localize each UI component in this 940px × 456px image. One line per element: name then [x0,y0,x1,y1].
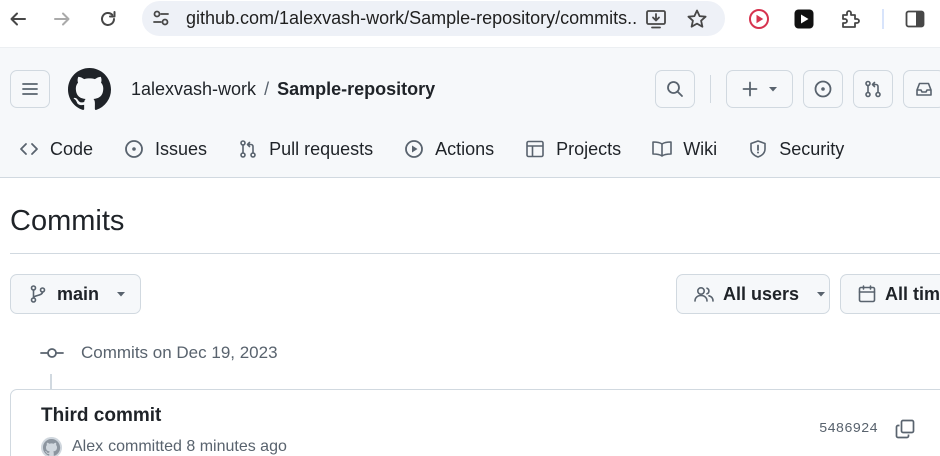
commit-time: committed 8 minutes ago [108,438,287,455]
pull-requests-button[interactable] [853,70,893,108]
commit-row: Third commit Alex committed 8 minutes ag… [10,389,940,456]
github-logo-icon[interactable] [68,68,111,111]
commit-title-link[interactable]: Third commit [41,405,161,427]
repo-header: 1alexvash-work / Sample-repository Code … [0,47,940,178]
time-filter[interactable]: All time [840,274,940,314]
tab-projects[interactable]: Projects [524,138,621,160]
install-app-icon[interactable] [644,7,668,31]
play-icon [403,138,425,160]
commit-author-link[interactable]: Alex [72,438,103,456]
git-pull-request-icon [237,138,259,160]
people-icon [693,283,715,305]
menu-button[interactable] [10,70,50,108]
inbox-button[interactable] [903,70,940,108]
chevron-down-icon [767,83,779,95]
issues-button[interactable] [803,70,843,108]
tab-label: Wiki [683,138,718,159]
chevron-down-icon [815,288,827,300]
users-filter-label: All users [723,283,800,304]
hamburger-icon [20,79,40,99]
avatar[interactable] [41,436,62,456]
toolbar-divider [882,9,884,29]
url-text[interactable]: github.com/1alexvash-work/Sample-reposit… [186,1,638,36]
git-pull-request-icon [863,79,883,99]
site-settings-icon[interactable] [150,7,172,29]
tab-security[interactable]: Security [747,138,844,160]
record-extension-icon[interactable] [747,7,771,31]
address-bar[interactable]: github.com/1alexvash-work/Sample-reposit… [142,1,725,36]
copy-icon [894,418,916,440]
git-commit-icon [40,342,64,364]
tab-wiki[interactable]: Wiki [651,138,717,160]
search-icon [665,79,685,99]
table-icon [524,138,546,160]
browser-toolbar: github.com/1alexvash-work/Sample-reposit… [0,0,940,40]
search-button[interactable] [655,70,695,108]
commit-meta: Alex committed 8 minutes ago [41,436,287,456]
page-title: Commits [10,205,125,237]
create-new-button[interactable] [726,70,793,108]
git-branch-icon [27,283,49,305]
extensions-puzzle-icon[interactable] [838,7,862,31]
tab-label: Actions [435,138,495,159]
tab-pull-requests[interactable]: Pull requests [237,138,373,160]
copy-sha-button[interactable] [893,417,917,441]
code-icon [18,138,40,160]
users-filter[interactable]: All users [676,274,830,314]
tab-label: Projects [556,138,622,159]
title-divider [10,253,940,254]
tab-label: Security [779,138,845,159]
inbox-icon [914,79,934,99]
repo-owner-link[interactable]: 1alexvash-work [131,79,256,99]
forward-icon[interactable] [49,6,75,32]
breadcrumb-separator: / [264,79,270,99]
tab-actions[interactable]: Actions [403,138,494,160]
side-panel-icon[interactable] [903,7,927,31]
tab-label: Pull requests [269,138,374,159]
header-divider [710,75,711,103]
issue-opened-icon [123,138,145,160]
calendar-icon [857,283,877,305]
timeline-line [50,374,52,390]
tab-code[interactable]: Code [18,138,93,160]
commit-sha-link[interactable]: 5486924 [819,421,878,437]
issue-opened-icon [813,79,833,99]
repo-nav: Code Issues Pull requests Actions Projec… [18,138,874,160]
commit-group-header: Commits on Dec 19, 2023 [40,342,278,364]
plus-icon [741,80,759,98]
repo-name-link[interactable]: Sample-repository [277,79,435,99]
book-icon [651,138,673,160]
back-icon[interactable] [5,6,31,32]
branch-name: main [57,283,100,304]
time-filter-label: All time [885,283,940,304]
tab-label: Issues [155,138,208,159]
breadcrumb: 1alexvash-work / Sample-repository [131,79,435,100]
tab-label: Code [50,138,94,159]
branch-selector[interactable]: main [10,274,141,314]
reload-icon[interactable] [95,6,121,32]
play-extension-icon[interactable] [792,7,816,31]
shield-icon [747,138,769,160]
bookmark-star-icon[interactable] [685,7,709,31]
commit-group-date: Commits on Dec 19, 2023 [81,343,278,362]
chevron-down-icon [115,288,127,300]
tab-issues[interactable]: Issues [123,138,207,160]
